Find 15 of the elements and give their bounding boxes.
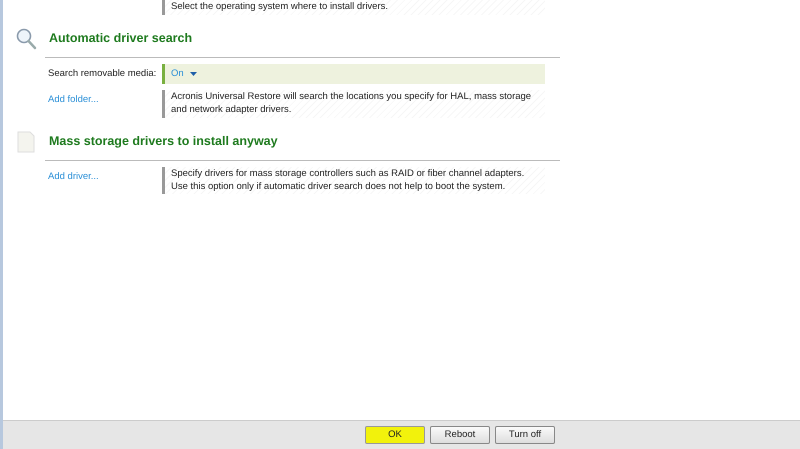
caret-icon <box>190 72 197 76</box>
add-link[interactable]: Add folder... <box>48 94 99 106</box>
dropdown-value: On <box>171 66 184 81</box>
field-label: Search removable media: <box>48 66 158 81</box>
dialog-button[interactable]: Turn off <box>495 426 555 444</box>
hint-text: Specify drivers for mass storage controllers such as RAID or fiber channel adapters. Use this option only if automatic driver search does not help to boot the system. <box>162 166 545 194</box>
hint-text: Acronis Universal Restore will search the locations you specify for HAL, mass storage and network adapter drivers. <box>162 90 545 118</box>
dialog-button[interactable]: Reboot <box>430 426 490 444</box>
hint-text: Select the operating system where to install drivers. <box>162 0 545 15</box>
dialog-button[interactable]: OK <box>365 426 425 444</box>
document-icon <box>15 130 37 154</box>
section-title: Mass storage drivers to install anyway <box>49 134 278 150</box>
add-link[interactable]: Add driver... <box>48 170 99 182</box>
magnifier-icon <box>15 26 37 51</box>
section-title: Automatic driver search <box>49 31 192 46</box>
